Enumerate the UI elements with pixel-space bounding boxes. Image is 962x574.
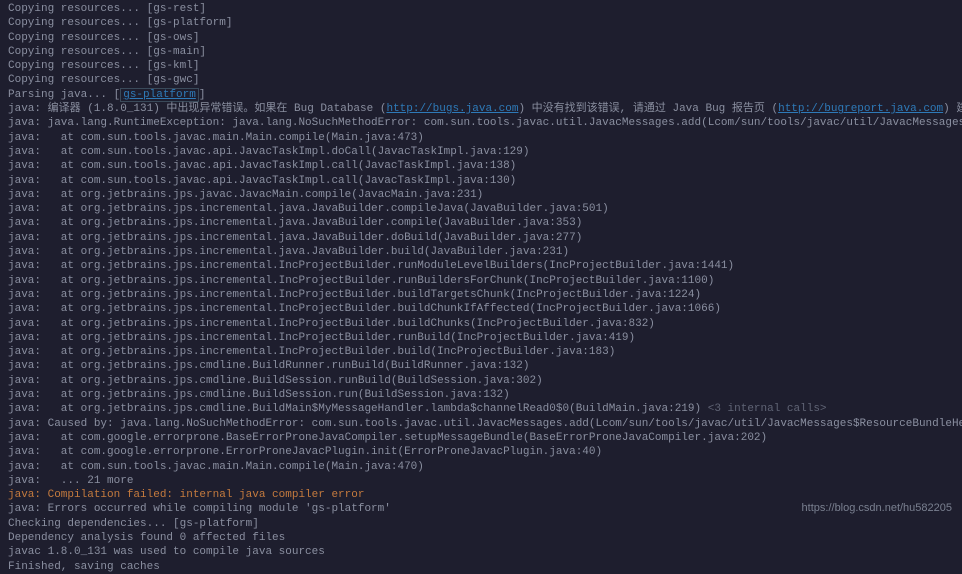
console-line: Copying resources... [gs-ows] [8, 31, 954, 45]
log-text: Copying resources... [gs-kml] [8, 60, 199, 72]
console-line: java: at org.jetbrains.jps.incremental.j… [8, 245, 954, 259]
console-line: Copying resources... [gs-kml] [8, 59, 954, 73]
console-line: java: at org.jetbrains.jps.cmdline.Build… [8, 388, 954, 402]
log-text: java: at com.sun.tools.javac.api.JavacTa… [8, 175, 516, 187]
log-prefix: java: 编译器 (1.8.0_131) 中出现异常错误。如果在 Bug Da… [8, 103, 386, 115]
log-text: java: at org.jetbrains.jps.incremental.j… [8, 203, 609, 215]
console-line: java: at org.jetbrains.jps.incremental.I… [8, 288, 954, 302]
console-line: java: at org.jetbrains.jps.incremental.I… [8, 345, 954, 359]
log-text: java: Caused by: java.lang.NoSuchMethodE… [8, 418, 962, 430]
log-text: java: at org.jetbrains.jps.incremental.I… [8, 318, 655, 330]
console-line: java: at com.sun.tools.javac.api.JavacTa… [8, 174, 954, 188]
log-text: java: at com.google.errorprone.BaseError… [8, 432, 767, 444]
console-line: java: at com.sun.tools.javac.api.JavacTa… [8, 159, 954, 173]
log-text: java: at com.sun.tools.javac.api.JavacTa… [8, 160, 516, 172]
log-text: java: at org.jetbrains.jps.cmdline.Build… [8, 403, 708, 415]
log-text: Dependency analysis found 0 affected fil… [8, 532, 285, 544]
console-line: java: at org.jetbrains.jps.javac.JavacMa… [8, 188, 954, 202]
console-line: Copying resources... [gs-gwc] [8, 73, 954, 87]
console-line: java: 编译器 (1.8.0_131) 中出现异常错误。如果在 Bug Da… [8, 102, 954, 116]
log-text: Checking dependencies... [gs-platform] [8, 518, 259, 530]
log-prefix: Parsing java... [ [8, 89, 120, 101]
log-text: java: at org.jetbrains.jps.cmdline.Build… [8, 375, 543, 387]
log-text: Finished, saving caches [8, 561, 206, 573]
log-text: Copying resources... [gs-main] [8, 46, 206, 58]
console-line: java: at org.jetbrains.jps.incremental.I… [8, 331, 954, 345]
bugreport-java-link[interactable]: http://bugreport.java.com [778, 103, 943, 115]
console-line: java: at com.google.errorprone.ErrorPron… [8, 445, 954, 459]
log-text: java: at org.jetbrains.jps.incremental.I… [8, 275, 714, 287]
console-line: java: at org.jetbrains.jps.incremental.I… [8, 274, 954, 288]
console-line: java: at com.sun.tools.javac.main.Main.c… [8, 460, 954, 474]
console-line: java: at com.google.errorprone.BaseError… [8, 431, 954, 445]
log-suffix: ] [199, 89, 206, 101]
bugs-java-link[interactable]: http://bugs.java.com [386, 103, 518, 115]
build-console-output[interactable]: Copying resources... [gs-rest] Copying re… [8, 2, 954, 574]
console-line: Dependency analysis found 0 affected fil… [8, 531, 954, 545]
log-text: java: at org.jetbrains.jps.incremental.j… [8, 232, 582, 244]
console-line: java: at org.jetbrains.jps.incremental.j… [8, 231, 954, 245]
error-text: java: Compilation failed: internal java … [8, 489, 364, 501]
log-text: java: at com.sun.tools.javac.main.Main.c… [8, 461, 424, 473]
module-link[interactable]: gs-platform [120, 88, 199, 102]
console-line: java: at com.sun.tools.javac.main.Main.c… [8, 131, 954, 145]
log-text: java: at com.sun.tools.javac.api.JavacTa… [8, 146, 530, 158]
log-text: java: at org.jetbrains.jps.incremental.j… [8, 217, 582, 229]
console-line: Copying resources... [gs-main] [8, 45, 954, 59]
console-line: Finished, saving caches [8, 560, 954, 574]
console-line: java: at com.sun.tools.javac.api.JavacTa… [8, 145, 954, 159]
console-line: java: at org.jetbrains.jps.incremental.I… [8, 317, 954, 331]
log-text: java: at org.jetbrains.jps.cmdline.Build… [8, 389, 510, 401]
log-text: java: at org.jetbrains.jps.incremental.I… [8, 346, 615, 358]
console-line: java: at org.jetbrains.jps.cmdline.Build… [8, 359, 954, 373]
console-line: java: at org.jetbrains.jps.incremental.j… [8, 202, 954, 216]
log-text: java: at org.jetbrains.jps.incremental.I… [8, 289, 701, 301]
console-line: java: at org.jetbrains.jps.incremental.j… [8, 216, 954, 230]
log-text: java: at org.jetbrains.jps.javac.JavacMa… [8, 189, 483, 201]
log-text: java: at org.jetbrains.jps.incremental.I… [8, 332, 635, 344]
log-text: java: Errors occurred while compiling mo… [8, 503, 391, 515]
log-text: Copying resources... [gs-rest] [8, 3, 206, 15]
log-text: java: java.lang.RuntimeException: java.l… [8, 117, 962, 129]
log-text: java: at org.jetbrains.jps.incremental.I… [8, 303, 721, 315]
log-text: java: at org.jetbrains.jps.incremental.I… [8, 260, 734, 272]
log-suffix: ) 建立该 Java 编译器 Bug。请在报告中附上您的程序和以 [943, 103, 962, 115]
console-line: java: at org.jetbrains.jps.incremental.I… [8, 259, 954, 273]
log-text: java: ... 21 more [8, 475, 133, 487]
console-line: javac 1.8.0_131 was used to compile java… [8, 545, 954, 559]
console-line: java: at org.jetbrains.jps.cmdline.Build… [8, 402, 954, 416]
watermark-text: https://blog.csdn.net/hu582205 [802, 501, 952, 515]
console-line: Parsing java... [gs-platform] [8, 88, 954, 102]
log-text: Copying resources... [gs-platform] [8, 17, 232, 29]
log-text: java: at com.sun.tools.javac.main.Main.c… [8, 132, 424, 144]
console-line: Copying resources... [gs-rest] [8, 2, 954, 16]
log-text: java: at com.google.errorprone.ErrorPron… [8, 446, 602, 458]
log-text: javac 1.8.0_131 was used to compile java… [8, 546, 325, 558]
console-line: Copying resources... [gs-platform] [8, 16, 954, 30]
console-line: java: Caused by: java.lang.NoSuchMethodE… [8, 417, 954, 431]
internal-calls-hint: <3 internal calls> [708, 403, 827, 415]
log-text: Copying resources... [gs-ows] [8, 32, 199, 44]
log-text: Copying resources... [gs-gwc] [8, 74, 199, 86]
log-text: java: at org.jetbrains.jps.incremental.j… [8, 246, 569, 258]
log-text: java: at org.jetbrains.jps.cmdline.Build… [8, 360, 530, 372]
console-line: java: at org.jetbrains.jps.cmdline.Build… [8, 374, 954, 388]
console-line: java: java.lang.RuntimeException: java.l… [8, 116, 954, 130]
console-line: java: at org.jetbrains.jps.incremental.I… [8, 302, 954, 316]
console-line: java: ... 21 more [8, 474, 954, 488]
log-mid: ) 中没有找到该错误, 请通过 Java Bug 报告页 ( [518, 103, 778, 115]
